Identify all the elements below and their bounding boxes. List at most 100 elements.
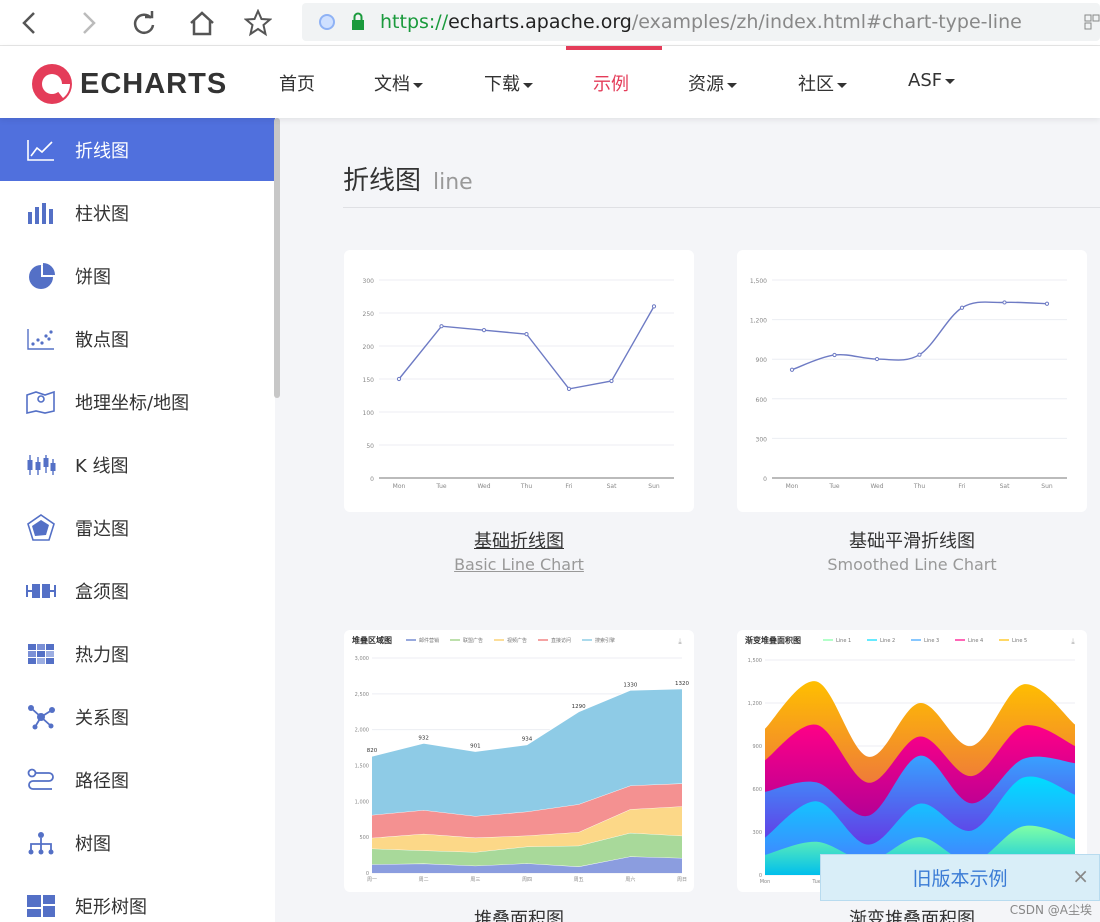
data-point (524, 332, 529, 337)
x-tick-label: Wed (477, 483, 490, 490)
y-tick-label: 300 (752, 830, 762, 836)
data-point (874, 356, 880, 362)
home-icon (190, 11, 214, 36)
caret-down-icon (413, 82, 423, 88)
browser-toolbar: https://echarts.apache.org/examples/zh/i… (0, 0, 1100, 46)
sidebar-item-line[interactable]: 折线图 (0, 118, 275, 181)
chart-title: 渐变堆叠面积图 (745, 635, 801, 645)
y-tick-label: 3,000 (355, 656, 369, 662)
boxplot-icon (25, 577, 57, 605)
nav-examples[interactable]: 示例 (593, 70, 629, 96)
sidebar-item-boxplot[interactable]: 盒须图 (0, 559, 275, 622)
sidebar-item-bar[interactable]: 柱状图 (0, 181, 275, 244)
sidebar-item-tree[interactable]: 树图 (0, 811, 275, 874)
bookmark-button[interactable] (242, 7, 274, 39)
legend-label: 邮件营销 (419, 637, 439, 644)
reload-button[interactable] (128, 7, 160, 39)
legend-label: 联盟广告 (463, 637, 483, 644)
basic-line-chart: 0 50 100 150 200 250 300 Mon Tue Wed Thu Fri Sat Sun (363, 278, 674, 490)
back-button[interactable] (14, 7, 46, 39)
y-tick-label: 1,500 (750, 278, 767, 285)
smoothed-line-chart: 0 300 600 900 1,200 1,500 Mon Tue Wed Thu Fri Sat Su… (750, 278, 1067, 490)
sidebar-item-treemap[interactable]: 矩形树图 (0, 874, 275, 922)
sidebar-item-scatter[interactable]: 散点图 (0, 307, 275, 370)
caret-down-icon (727, 82, 737, 88)
data-label: 1320 (675, 681, 689, 687)
bar-chart-icon (25, 199, 57, 227)
tree-icon (25, 829, 57, 857)
x-tick-label: Tue (828, 483, 840, 490)
gradient-stacked-area-chart: 渐变堆叠面积图 Line 1 Line 2 Line 3 Line 4 Line 5 ⤓03… (745, 635, 1080, 885)
nav-download[interactable]: 下载 (484, 70, 533, 96)
caret-down-icon (837, 82, 847, 88)
nav-asf[interactable]: ASF (908, 70, 956, 91)
sidebar-scrollbar[interactable] (274, 118, 280, 398)
page-title: 折线图 line (343, 166, 473, 196)
x-tick-label: Fri (565, 483, 572, 490)
legend-label: 搜索引擎 (595, 637, 615, 644)
y-tick-label: 200 (363, 344, 375, 351)
site-info-icon (319, 14, 335, 30)
legend-label: 视频广告 (507, 637, 527, 644)
sidebar-item-radar[interactable]: 雷达图 (0, 496, 275, 559)
y-tick-label: 900 (752, 744, 762, 750)
x-tick-label: Sun (1041, 483, 1053, 490)
sidebar-item-map[interactable]: 地理坐标/地图 (0, 370, 275, 433)
data-point (917, 352, 922, 357)
example-card-stacked-area[interactable]: 堆叠区域图 邮件营销 联盟广告 视频广告 直接访问 搜索引擎 ⤓ 0 500 1,000 1,500… (344, 630, 694, 892)
x-tick-label: Sat (607, 483, 617, 490)
example-card-gradient-stacked-area[interactable]: 渐变堆叠面积图 Line 1 Line 2 Line 3 Line 4 Line 5 ⤓ 0 3… (737, 630, 1087, 892)
data-label: 901 (470, 744, 481, 750)
series-line (398, 306, 655, 390)
x-tick-label: Wed (870, 483, 883, 490)
sidebar-item-pie[interactable]: 饼图 (0, 244, 275, 307)
home-button[interactable] (186, 7, 218, 39)
graph-icon (25, 703, 57, 731)
data-point (832, 352, 837, 358)
card-title-smoothed-line[interactable]: 基础平滑折线图 (737, 527, 1087, 553)
close-icon[interactable]: × (1072, 864, 1089, 888)
download-icon: ⤓ (678, 637, 682, 646)
legend-label: 直接访问 (551, 637, 571, 644)
nav-home[interactable]: 首页 (279, 70, 315, 96)
x-tick-label: 周二 (419, 877, 429, 883)
sidebar-item-candlestick[interactable]: K 线图 (0, 433, 275, 496)
caret-down-icon (945, 78, 956, 84)
old-version-examples-button[interactable]: 旧版本示例 × (820, 854, 1100, 901)
forward-button[interactable] (72, 7, 104, 39)
x-tick-label: 周日 (677, 877, 687, 883)
sidebar-item-graph[interactable]: 关系图 (0, 685, 275, 748)
qr-icon[interactable] (1084, 14, 1100, 30)
data-point (959, 305, 965, 310)
sidebar-item-heatmap[interactable]: 热力图 (0, 622, 275, 685)
echarts-logo[interactable]: ECHARTS (30, 62, 227, 106)
y-tick-label: 100 (363, 410, 375, 417)
nav-resources[interactable]: 资源 (688, 70, 737, 96)
download-icon: ⤓ (1071, 637, 1075, 646)
sidebar: 折线图 柱状图 饼图 散点图 地理坐标/地图 K 线图 雷达图 盒须图 热力图 … (0, 118, 275, 922)
nav-docs[interactable]: 文档 (374, 70, 423, 96)
card-title-stacked-area[interactable]: 堆叠面积图 (344, 905, 694, 922)
x-tick-label: Fri (958, 483, 965, 490)
card-title-basic-line[interactable]: 基础折线图 (344, 527, 694, 553)
y-tick-label: 50 (366, 443, 374, 450)
address-bar[interactable]: https://echarts.apache.org/examples/zh/i… (302, 3, 1100, 41)
sidebar-item-lines[interactable]: 路径图 (0, 748, 275, 811)
page-title-en: line (433, 170, 473, 195)
y-tick-label: 300 (756, 436, 768, 443)
example-card-smoothed-line[interactable]: 0 300 600 900 1,200 1,500 Mon Tue Wed Thu Fri Sat Su… (737, 250, 1087, 512)
title-divider (343, 207, 1100, 208)
card-subtitle-smoothed-line[interactable]: Smoothed Line Chart (737, 555, 1087, 574)
card-subtitle-basic-line[interactable]: Basic Line Chart (344, 555, 694, 574)
data-label: 820 (367, 748, 378, 754)
legend-label: Line 1 (836, 638, 851, 644)
x-tick-label: Mon (760, 879, 771, 885)
back-arrow-icon (22, 12, 35, 34)
y-tick-label: 150 (363, 377, 375, 384)
treemap-icon (25, 892, 57, 920)
data-label: 932 (418, 735, 429, 741)
y-tick-label: 300 (363, 278, 375, 285)
x-tick-label: 周六 (625, 876, 635, 883)
example-card-basic-line[interactable]: 0 50 100 150 200 250 300 Mon Tue Wed Thu Fri Sat Sun (344, 250, 694, 512)
nav-community[interactable]: 社区 (798, 70, 847, 96)
